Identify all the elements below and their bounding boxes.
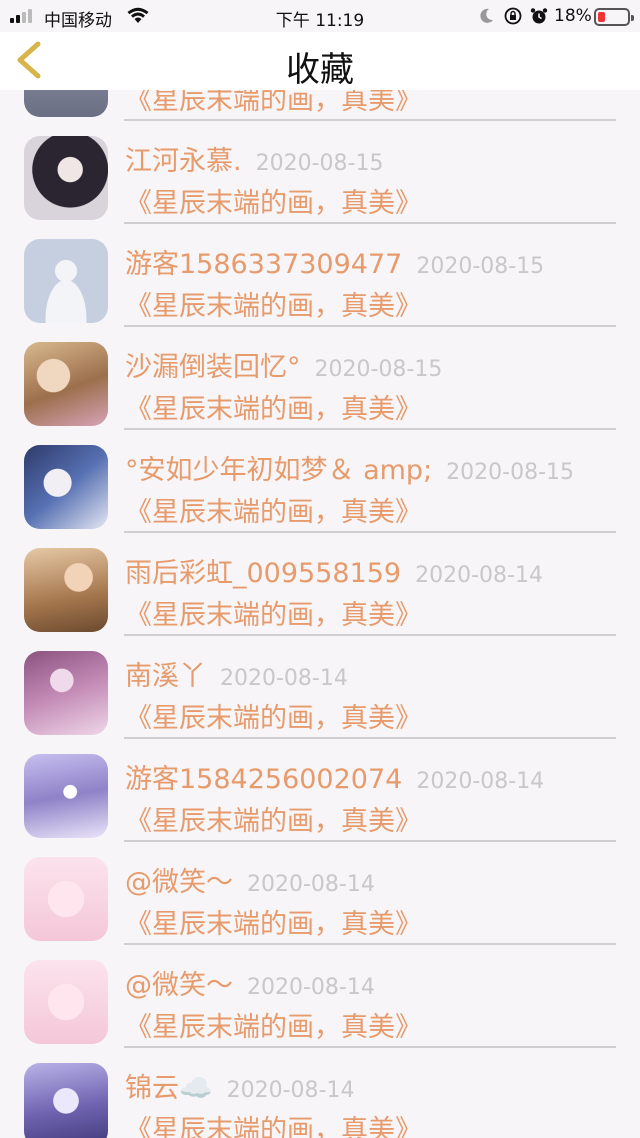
comment-text: 《星辰末端的画，真美》 <box>125 497 422 528</box>
user-name[interactable]: 江河永慕. <box>125 146 242 177</box>
item-date: 2020-08-15 <box>255 151 384 176</box>
user-name[interactable]: @微笑～ <box>125 970 233 1001</box>
item-date: 2020-08-15 <box>314 357 443 382</box>
item-date: 2020-08-14 <box>220 666 348 691</box>
avatar[interactable] <box>24 342 108 426</box>
comment-text: 《星辰末端的画，真美》 <box>125 703 422 734</box>
list-item[interactable]: 沙漏倒装回忆° 2020-08-15 《星辰末端的画，真美》 <box>0 327 640 430</box>
list-item[interactable]: 游客1584256002074 2020-08-14 《星辰末端的画，真美》 <box>0 739 640 842</box>
user-name[interactable]: 雨后彩虹_009558159 <box>125 558 401 589</box>
list-item[interactable]: 游客1586337309477 2020-08-15 《星辰末端的画，真美》 <box>0 224 640 327</box>
avatar[interactable] <box>24 136 108 220</box>
avatar[interactable] <box>24 548 108 632</box>
user-name[interactable]: 南溪丫 <box>125 661 206 692</box>
avatar[interactable] <box>24 239 108 323</box>
user-name[interactable]: 游客1586337309477 <box>125 249 402 280</box>
item-date: 2020-08-15 <box>446 460 575 485</box>
item-date: 2020-08-14 <box>247 872 375 897</box>
user-name[interactable]: @微笑～ <box>125 867 233 898</box>
alarm-clock-icon <box>530 8 548 24</box>
status-bar: 中国移动 下午 11:19 18% <box>0 0 640 32</box>
list-item[interactable]: 《星辰末端的画，真美》 <box>0 90 640 121</box>
item-meta: 江河永慕. 2020-08-15 <box>125 139 383 178</box>
avatar[interactable] <box>24 960 108 1044</box>
do-not-disturb-moon-icon <box>480 8 493 23</box>
item-meta: 锦云☁️ 2020-08-14 <box>125 1066 354 1105</box>
comment-text: 《星辰末端的画，真美》 <box>125 1012 422 1043</box>
favorites-list[interactable]: 《星辰末端的画，真美》 江河永慕. 2020-08-15 《星辰末端的画，真美》 游客… <box>0 90 640 1138</box>
page-title: 收藏 <box>286 50 354 90</box>
comment-text: 《星辰末端的画，真美》 <box>125 291 422 322</box>
item-meta: °安如少年初如梦＆ amp; 2020-08-15 <box>125 448 574 487</box>
avatar <box>24 90 108 117</box>
item-date: 2020-08-14 <box>226 1078 355 1103</box>
battery-percentage: 18% <box>554 6 592 26</box>
item-date: 2020-08-14 <box>247 975 375 1000</box>
item-meta: @微笑～ 2020-08-14 <box>125 860 375 899</box>
item-meta: 游客1586337309477 2020-08-15 <box>125 242 544 281</box>
list-item[interactable]: 锦云☁️ 2020-08-14 《星辰末端的画，真美》 <box>0 1048 640 1138</box>
avatar[interactable] <box>24 754 108 838</box>
list-item[interactable]: 雨后彩虹_009558159 2020-08-14 《星辰末端的画，真美》 <box>0 533 640 636</box>
item-date: 2020-08-15 <box>416 254 545 279</box>
comment-text: 《星辰末端的画，真美》 <box>125 394 422 425</box>
list-item[interactable]: 江河永慕. 2020-08-15 《星辰末端的画，真美》 <box>0 121 640 224</box>
list-item[interactable]: @微笑～ 2020-08-14 《星辰末端的画，真美》 <box>0 842 640 945</box>
avatar[interactable] <box>24 1063 108 1138</box>
item-date: 2020-08-14 <box>415 563 543 588</box>
comment-text: 《星辰末端的画，真美》 <box>125 188 422 219</box>
avatar[interactable] <box>24 651 108 735</box>
user-name[interactable]: °安如少年初如梦＆ amp; <box>125 455 432 486</box>
comment-text: 《星辰末端的画，真美》 <box>125 909 422 940</box>
avatar[interactable] <box>24 857 108 941</box>
comment-text: 《星辰末端的画，真美》 <box>125 90 422 116</box>
list-item[interactable]: °安如少年初如梦＆ amp; 2020-08-15 《星辰末端的画，真美》 <box>0 430 640 533</box>
item-meta: @微笑～ 2020-08-14 <box>125 963 375 1002</box>
user-name[interactable]: 游客1584256002074 <box>125 764 402 795</box>
item-meta: 南溪丫 2020-08-14 <box>125 654 348 693</box>
item-date: 2020-08-14 <box>416 769 545 794</box>
comment-text: 《星辰末端的画，真美》 <box>125 806 422 837</box>
navigation-bar: 收藏 <box>0 32 640 90</box>
user-name[interactable]: 锦云☁️ <box>125 1073 213 1104</box>
item-meta: 沙漏倒装回忆° 2020-08-15 <box>125 345 442 384</box>
list-item[interactable]: @微笑～ 2020-08-14 《星辰末端的画，真美》 <box>0 945 640 1048</box>
battery-icon <box>594 8 634 26</box>
rotation-lock-icon <box>504 7 522 25</box>
list-item[interactable]: 南溪丫 2020-08-14 《星辰末端的画，真美》 <box>0 636 640 739</box>
item-meta: 雨后彩虹_009558159 2020-08-14 <box>125 551 543 590</box>
item-meta: 游客1584256002074 2020-08-14 <box>125 757 544 796</box>
avatar[interactable] <box>24 445 108 529</box>
comment-text: 《星辰末端的画，真美》 <box>125 600 422 631</box>
comment-text: 《星辰末端的画，真美》 <box>125 1115 422 1138</box>
user-name[interactable]: 沙漏倒装回忆° <box>125 352 301 383</box>
